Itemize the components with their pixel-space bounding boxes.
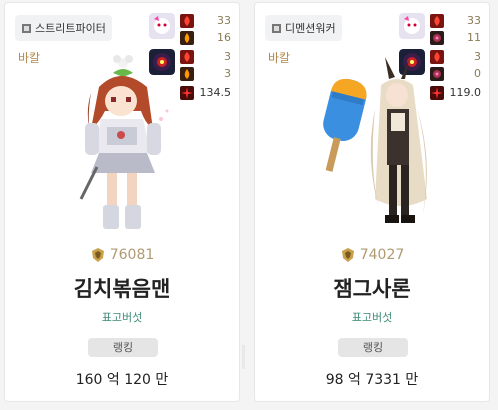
stat-value: 0: [474, 67, 481, 80]
character-card[interactable]: 스트리트파이터 바칼 33 16 3 3 134.5 76081 김치볶음맨 표…: [4, 2, 245, 402]
stat-row: 33: [399, 14, 483, 30]
job-name: 디멘션워커: [285, 22, 336, 35]
character-name[interactable]: 잼그사론: [255, 273, 489, 303]
damage-value: 134.5: [199, 86, 232, 99]
stat-value: 3: [224, 67, 231, 80]
fame-crest-icon: [341, 248, 354, 262]
stat-row: 33: [149, 14, 233, 30]
stat-row: 16: [149, 31, 233, 47]
fame-score: 76081: [5, 247, 239, 263]
scrollbar[interactable]: [242, 345, 245, 369]
guild-name[interactable]: 표고버섯: [255, 309, 489, 325]
character-sprite: [79, 55, 169, 229]
fame-value: 76081: [109, 247, 155, 263]
job-icon: [272, 23, 281, 33]
job-badge: 디멘션워커: [265, 15, 342, 41]
dark-rose-icon: [430, 31, 444, 45]
character-name[interactable]: 김치볶음맨: [5, 273, 239, 303]
server-name: 바칼: [18, 51, 41, 65]
damage-value: 119.0: [449, 86, 482, 99]
red-fire-icon: [430, 14, 444, 28]
fame-crest-icon: [91, 248, 104, 262]
stat-value: 33: [217, 14, 231, 27]
orange-flame-icon: [180, 31, 194, 45]
combat-power: 98 억 7331 만: [325, 372, 419, 388]
server-name: 바칼: [268, 51, 291, 65]
character-sprite: [323, 57, 427, 223]
job-name: 스트리트파이터: [35, 22, 106, 35]
stat-value: 33: [467, 14, 481, 27]
fame-value: 74027: [359, 247, 405, 263]
stat-row: 11: [399, 31, 483, 47]
guild-name[interactable]: 표고버섯: [5, 309, 239, 325]
character-card[interactable]: 디멘션워커 바칼 33 11 3 0 119.0 74027 잼그사론 표고버섯…: [254, 2, 490, 402]
job-badge: 스트리트파이터: [15, 15, 112, 41]
job-icon: [22, 23, 31, 33]
fame-score: 74027: [255, 247, 489, 263]
stat-value: 11: [467, 31, 481, 44]
combat-power: 160 억 120 만: [75, 372, 169, 388]
stat-value: 16: [217, 31, 231, 44]
stat-value: 3: [224, 50, 231, 63]
ranking-button[interactable]: 랭킹: [338, 338, 408, 357]
ranking-button[interactable]: 랭킹: [88, 338, 158, 357]
stat-value: 3: [474, 50, 481, 63]
red-fire-icon: [180, 14, 194, 28]
